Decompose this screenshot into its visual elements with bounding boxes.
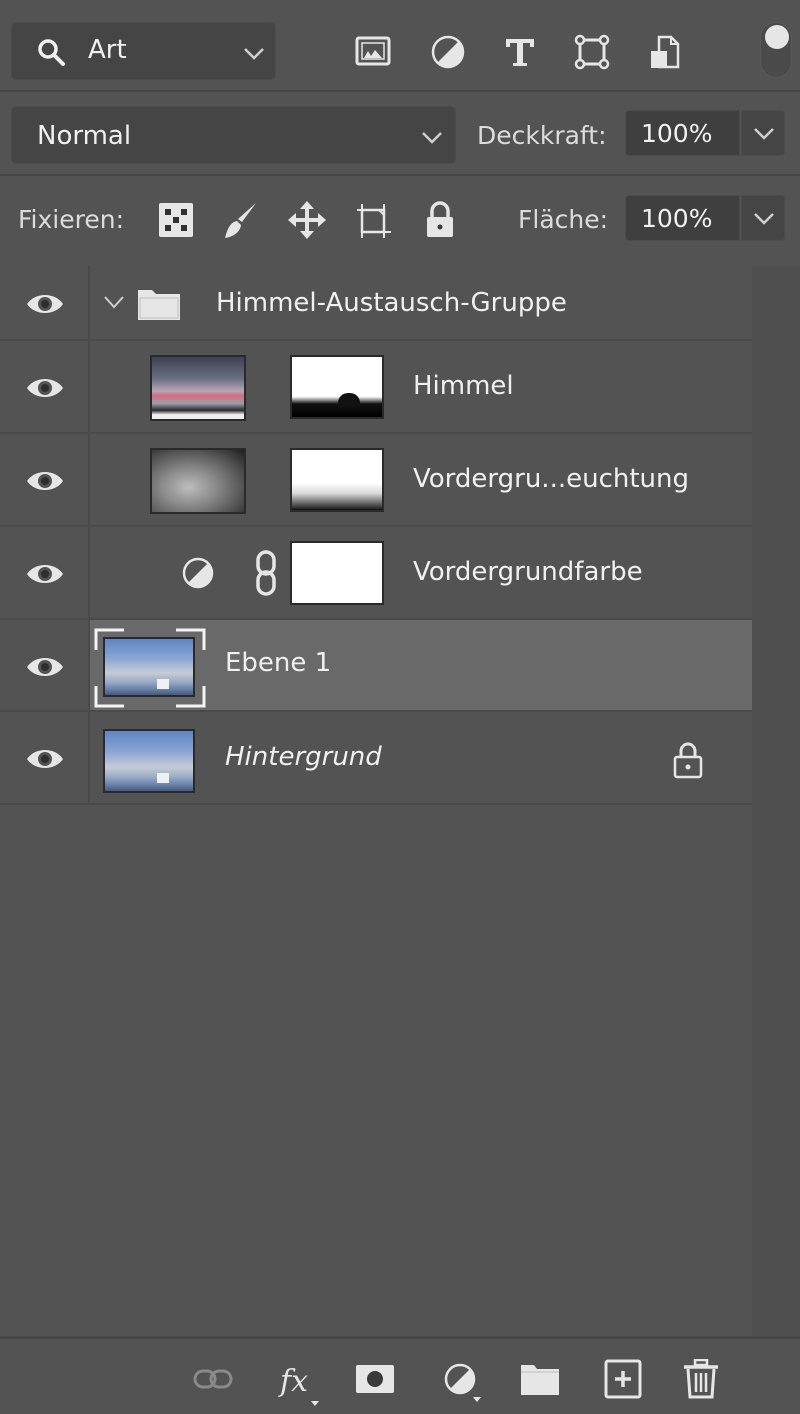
layer-row[interactable]: Vordergrundfarbe — [0, 527, 752, 620]
fill-value: 100% — [641, 204, 713, 233]
selection-brackets — [94, 628, 206, 708]
fill-dropdown-button[interactable] — [741, 195, 785, 241]
chevron-down-icon — [244, 48, 264, 60]
visibility-column — [0, 712, 90, 803]
lock-icon — [673, 742, 703, 779]
layers-footer: fx — [0, 1336, 800, 1414]
eye-icon[interactable] — [25, 375, 65, 401]
filter-type-label: Art — [88, 35, 127, 65]
lock-transparent-pixels-icon[interactable] — [157, 200, 195, 240]
layer-thumbnail[interactable] — [150, 448, 246, 514]
lock-label: Fixieren: — [18, 205, 125, 234]
blend-mode-select[interactable]: Normal — [11, 106, 456, 164]
filter-row: Art — [0, 0, 800, 92]
layer-row-selected[interactable]: Ebene 1 — [0, 620, 752, 712]
svg-text:fx: fx — [278, 1364, 308, 1399]
chevron-down-icon — [422, 132, 442, 144]
eye-icon[interactable] — [25, 291, 65, 317]
link-layers-icon[interactable] — [193, 1359, 233, 1399]
fill-label: Fläche: — [518, 205, 609, 234]
layer-mask-thumbnail[interactable] — [290, 541, 384, 605]
layer-row[interactable]: Hintergrund — [0, 712, 752, 805]
layer-name: Vordergru...euchtung — [413, 464, 690, 494]
smart-object-filter-icon[interactable] — [647, 34, 683, 70]
blend-row: Normal Deckkraft: 100% — [0, 94, 800, 176]
visibility-column — [0, 434, 90, 525]
layer-thumbnail[interactable] — [103, 729, 195, 793]
new-adjustment-icon[interactable] — [440, 1359, 486, 1409]
filter-toggle[interactable] — [760, 22, 792, 78]
image-filter-icon[interactable] — [355, 34, 391, 70]
layer-row[interactable]: Vordergru...euchtung — [0, 434, 752, 527]
lock-row: Fixieren: Fläche: 100% — [0, 178, 800, 262]
lock-all-icon[interactable] — [421, 200, 459, 240]
type-filter-icon[interactable] — [502, 34, 538, 70]
fill-input[interactable]: 100% — [625, 195, 740, 241]
visibility-column — [0, 527, 90, 618]
opacity-dropdown-button[interactable] — [741, 110, 785, 156]
fx-icon[interactable]: fx — [278, 1359, 324, 1409]
layer-mask-thumbnail[interactable] — [290, 448, 384, 512]
toggle-knob — [765, 25, 789, 49]
eye-icon[interactable] — [25, 746, 65, 772]
opacity-value: 100% — [641, 119, 713, 148]
folder-icon — [138, 290, 180, 320]
chevron-down-icon — [754, 128, 774, 140]
eye-icon[interactable] — [25, 654, 65, 680]
lock-artboard-icon[interactable] — [355, 200, 393, 240]
eye-icon[interactable] — [25, 468, 65, 494]
layer-name: Hintergrund — [225, 742, 382, 772]
search-icon — [38, 39, 65, 66]
layer-name: Ebene 1 — [225, 648, 332, 678]
layer-thumbnail[interactable] — [150, 355, 246, 421]
layer-name: Himmel-Austausch-Gruppe — [216, 288, 567, 318]
layer-name: Vordergrundfarbe — [413, 557, 643, 587]
link-icon[interactable] — [254, 549, 278, 597]
layers-scrollbar[interactable] — [752, 266, 800, 1336]
lock-position-icon[interactable] — [288, 200, 326, 240]
layer-mask-thumbnail[interactable] — [290, 355, 384, 419]
opacity-label: Deckkraft: — [477, 121, 607, 150]
shape-filter-icon[interactable] — [574, 34, 610, 70]
layer-name: Himmel — [413, 371, 514, 401]
layer-row-group[interactable]: Himmel-Austausch-Gruppe — [0, 266, 752, 341]
opacity-input[interactable]: 100% — [625, 110, 740, 156]
visibility-column — [0, 341, 90, 432]
chevron-down-icon[interactable] — [103, 294, 125, 310]
layers-list: Himmel-Austausch-Gruppe Himmel Vordergru… — [0, 266, 752, 805]
new-group-icon[interactable] — [520, 1359, 560, 1399]
new-layer-icon[interactable] — [603, 1359, 643, 1399]
blend-mode-value: Normal — [37, 121, 132, 151]
adjustment-layer-icon[interactable] — [181, 556, 215, 590]
eye-icon[interactable] — [25, 561, 65, 587]
visibility-column — [0, 266, 90, 339]
layers-empty-area — [0, 808, 752, 1336]
adjustment-filter-icon[interactable] — [430, 34, 466, 70]
chevron-down-icon — [754, 213, 774, 225]
lock-image-pixels-icon[interactable] — [222, 200, 260, 240]
add-mask-icon[interactable] — [355, 1359, 395, 1399]
delete-icon[interactable] — [681, 1359, 721, 1399]
layer-row[interactable]: Himmel — [0, 341, 752, 434]
layer-filter-select[interactable]: Art — [11, 22, 276, 80]
visibility-column — [0, 620, 90, 710]
